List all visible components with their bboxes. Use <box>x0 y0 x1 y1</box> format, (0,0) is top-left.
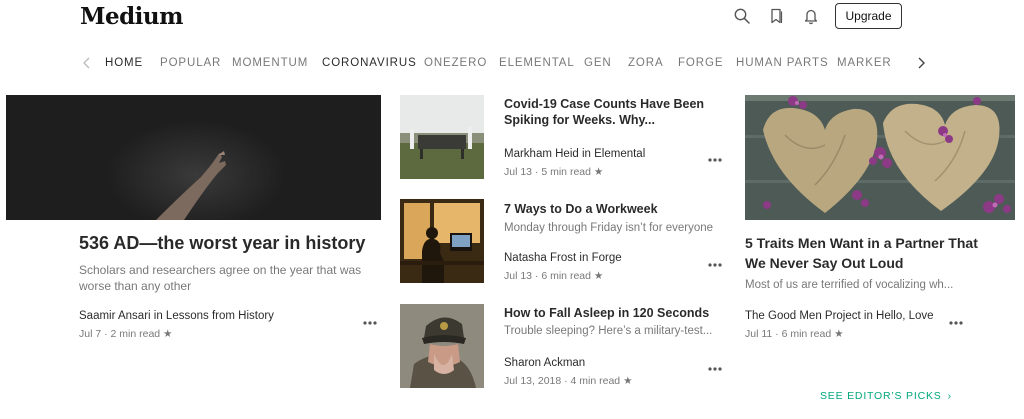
nav-item-coronavirus[interactable]: CORONAVIRUS <box>322 55 417 71</box>
main-story-meta: Jul 7 · 2 min read ★ <box>79 328 173 340</box>
main-story-title[interactable]: 536 AD—the worst year in history <box>79 233 365 254</box>
topic-nav: HOME POPULAR MOMENTUM CORONAVIRUS ONEZER… <box>0 55 1024 71</box>
story-title[interactable]: How to Fall Asleep in 120 Seconds <box>504 305 719 321</box>
more-options-icon[interactable] <box>362 318 378 328</box>
more-options-icon[interactable] <box>707 364 723 374</box>
nav-item-onezero[interactable]: ONEZERO <box>424 55 487 71</box>
right-story-subtitle: Most of us are terrified of vocalizing w… <box>745 279 954 291</box>
story-meta: Jul 13 · 6 min read ★ <box>504 270 604 282</box>
nav-item-gen[interactable]: GEN <box>584 55 612 71</box>
nav-item-home[interactable]: HOME <box>105 55 143 71</box>
story-thumbnail[interactable] <box>400 95 484 179</box>
story-title[interactable]: Covid-19 Case Counts Have Been Spiking f… <box>504 96 719 128</box>
story-author[interactable]: Markham Heid in Elemental <box>504 148 645 160</box>
nav-item-human-parts[interactable]: HUMAN PARTS <box>736 55 829 71</box>
more-options-icon[interactable] <box>948 318 964 328</box>
nav-item-popular[interactable]: POPULAR <box>160 55 221 71</box>
main-story-author[interactable]: Saamir Ansari in Lessons from History <box>79 310 274 322</box>
story-subtitle: Monday through Friday isn’t for everyone <box>504 222 714 234</box>
editors-picks-label: SEE EDITOR’S PICKS <box>820 390 942 402</box>
right-story-title[interactable]: 5 Traits Men Want in a Partner That We N… <box>745 233 985 273</box>
upgrade-button[interactable]: Upgrade <box>835 3 902 29</box>
nav-item-marker[interactable]: MARKER <box>837 55 892 71</box>
right-story-image[interactable] <box>745 95 1015 220</box>
right-story-author[interactable]: The Good Men Project in Hello, Love <box>745 310 934 322</box>
right-story-meta: Jul 11 · 6 min read ★ <box>745 328 844 340</box>
search-icon[interactable] <box>733 7 751 25</box>
chevron-right-icon: › <box>947 390 952 402</box>
main-story-image[interactable] <box>6 95 381 220</box>
more-options-icon[interactable] <box>707 155 723 165</box>
bookmark-icon[interactable] <box>768 7 786 25</box>
bell-icon[interactable] <box>802 7 820 25</box>
nav-item-momentum[interactable]: MOMENTUM <box>232 55 308 71</box>
more-options-icon[interactable] <box>707 260 723 270</box>
see-editors-picks-link[interactable]: SEE EDITOR’S PICKS › <box>820 390 952 402</box>
nav-item-zora[interactable]: ZORA <box>628 55 664 71</box>
story-author[interactable]: Natasha Frost in Forge <box>504 252 622 264</box>
chevron-left-icon[interactable] <box>80 55 94 71</box>
story-thumbnail[interactable] <box>400 304 484 388</box>
main-story-subtitle: Scholars and researchers agree on the ye… <box>79 263 362 293</box>
story-subtitle: Trouble sleeping? Here’s a military-test… <box>504 325 713 337</box>
story-author[interactable]: Sharon Ackman <box>504 357 585 369</box>
story-thumbnail[interactable] <box>400 199 484 283</box>
story-meta: Jul 13 · 5 min read ★ <box>504 166 604 178</box>
medium-logo[interactable]: Medium <box>80 3 183 30</box>
nav-item-forge[interactable]: FORGE <box>678 55 723 71</box>
story-title[interactable]: 7 Ways to Do a Workweek <box>504 201 719 217</box>
story-meta: Jul 13, 2018 · 4 min read ★ <box>504 375 633 387</box>
chevron-right-icon[interactable] <box>914 55 928 71</box>
nav-item-elemental[interactable]: ELEMENTAL <box>499 55 575 71</box>
